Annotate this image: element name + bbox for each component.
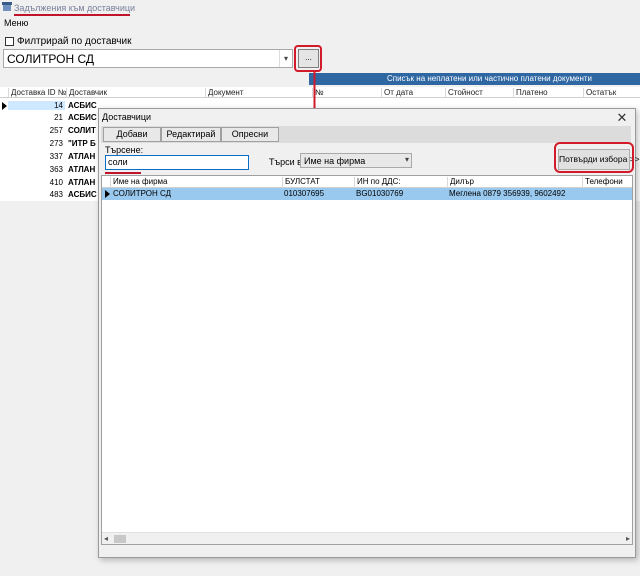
search-in-value: Име на фирма — [304, 156, 366, 166]
cell-supplier: СОЛИТ — [68, 126, 96, 135]
cell-id: 257 — [49, 126, 63, 135]
title-underline-annotation — [14, 14, 130, 16]
cell-supplier: "ИТР Б — [68, 139, 96, 148]
cell-supplier: АСБИС — [68, 190, 97, 199]
col-value[interactable]: Стойност — [445, 88, 483, 98]
edit-button[interactable]: Редактирай — [161, 127, 221, 142]
col-dealer[interactable]: Дилър — [447, 177, 474, 188]
menu[interactable]: Меню — [4, 18, 28, 28]
col-date[interactable]: От дата — [381, 88, 413, 98]
col-bulstat[interactable]: БУЛСТАТ — [282, 177, 320, 188]
cell-company-name: СОЛИТРОН СД — [113, 189, 172, 198]
search-input[interactable]: соли — [105, 155, 249, 170]
cell-id: 337 — [49, 152, 63, 161]
cell-supplier: АСБИС — [68, 113, 97, 122]
chevron-down-icon[interactable]: ▾ — [405, 155, 409, 164]
cell-supplier: АТЛАН — [68, 152, 96, 161]
col-delivery-id[interactable]: Доставка ID № — [8, 88, 66, 98]
col-paid[interactable]: Платено — [513, 88, 548, 98]
dialog-title: Доставчици — [102, 112, 152, 122]
documents-header-label: Списък на неплатени или частично платени… — [386, 74, 592, 83]
suppliers-dialog[interactable]: Доставчици ✕ Добави Редактирай Опресни Т… — [98, 108, 640, 558]
filter-checkbox-label: Филтрирай по доставчик — [17, 36, 132, 47]
cell-dealer: Меглена 0879 356939, 9602492 — [449, 189, 566, 198]
suppliers-grid-header: Име на фирма БУЛСТАТ ИН по ДДС: Дилър Те… — [102, 176, 632, 188]
cell-id: 483 — [49, 190, 63, 199]
search-underline-annotation — [105, 172, 141, 174]
chevron-down-icon[interactable]: ▾ — [279, 50, 292, 67]
documents-header-bar: Списък на неплатени или частично платени… — [309, 73, 640, 85]
col-remaining[interactable]: Остатък — [583, 88, 616, 98]
add-button[interactable]: Добави — [103, 127, 161, 142]
cell-id: 21 — [54, 113, 63, 122]
close-icon[interactable]: ✕ — [615, 110, 629, 126]
search-label: Търсене: — [105, 145, 144, 155]
col-supplier[interactable]: Доставчик — [66, 88, 107, 98]
scroll-left-icon[interactable]: ◂ — [104, 534, 108, 543]
horizontal-scrollbar[interactable]: ◂ ▸ — [102, 532, 632, 544]
col-document[interactable]: Документ — [205, 88, 244, 98]
deliveries-grid-header: Доставка ID № Доставчик Документ № От да… — [0, 87, 640, 98]
supplier-select-value: СОЛИТРОН СД — [7, 52, 95, 66]
cell-id: 273 — [49, 139, 63, 148]
supplier-select[interactable]: СОЛИТРОН СД ▾ — [3, 49, 293, 68]
cell-id: 363 — [49, 165, 63, 174]
cell-supplier: АСБИС — [68, 101, 97, 110]
app-icon — [2, 2, 12, 11]
cell-bulstat: 010307695 — [284, 189, 325, 198]
cell-vat-id: BG01030769 — [356, 189, 404, 198]
search-in-select[interactable]: Име на фирма ▾ — [300, 153, 412, 168]
cell-id: 14 — [8, 101, 65, 110]
scroll-right-icon[interactable]: ▸ — [626, 534, 630, 543]
scrollbar-thumb[interactable] — [114, 535, 126, 543]
current-row-icon — [2, 102, 7, 110]
window-title: Задължения към доставчици — [14, 3, 136, 13]
cell-supplier: АТЛАН — [68, 165, 96, 174]
confirm-button-highlight-annotation — [554, 142, 634, 173]
filter-by-supplier[interactable]: Филтрирай по доставчик — [5, 36, 131, 47]
col-company-name[interactable]: Име на фирма — [110, 177, 167, 188]
filter-checkbox[interactable] — [5, 37, 14, 46]
browse-button-highlight-annotation — [294, 45, 322, 72]
table-row[interactable]: СОЛИТРОН СД 010307695 BG01030769 Меглена… — [102, 188, 632, 200]
current-row-icon — [105, 190, 110, 198]
col-phones[interactable]: Телефони — [582, 177, 623, 188]
cell-id: 410 — [49, 178, 63, 187]
cell-supplier: АТЛАН — [68, 178, 96, 187]
suppliers-grid[interactable]: Име на фирма БУЛСТАТ ИН по ДДС: Дилър Те… — [101, 175, 633, 545]
refresh-button[interactable]: Опресни — [221, 127, 279, 142]
col-vat-id[interactable]: ИН по ДДС: — [354, 177, 401, 188]
